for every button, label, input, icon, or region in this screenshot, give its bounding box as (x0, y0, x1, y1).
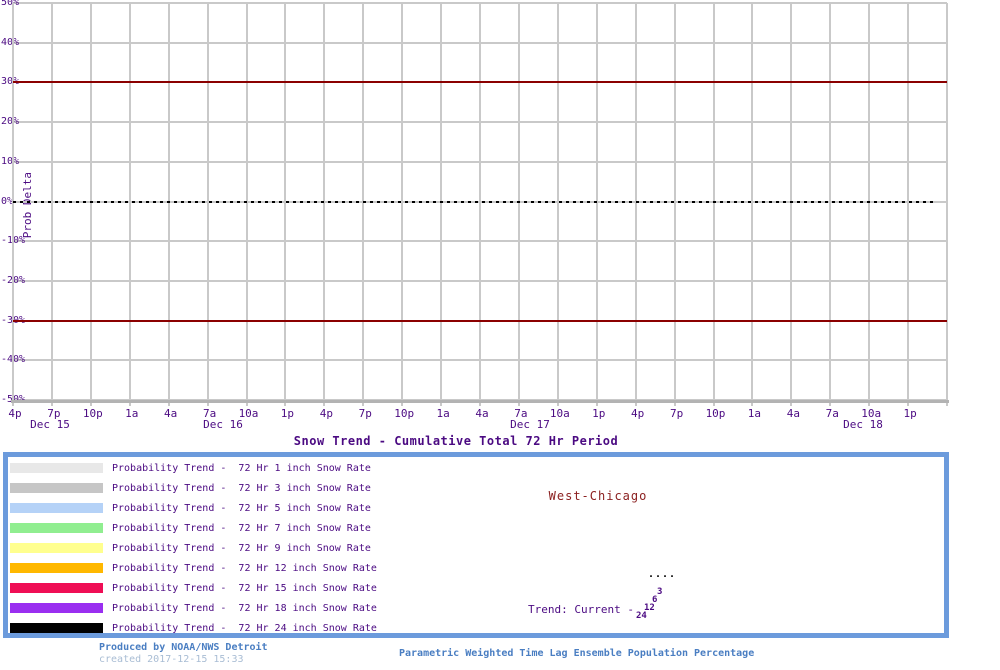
footer-produced-by: Produced by NOAA/NWS Detroit (99, 642, 268, 653)
legend-row: Probability Trend - 72 Hr 5 inch Snow Ra… (10, 498, 371, 518)
gridline-vertical (50, 3, 53, 406)
legend-label: Probability Trend - 72 Hr 3 inch Snow Ra… (112, 482, 371, 494)
footer-method-description: Parametric Weighted Time Lag Ensemble Po… (399, 648, 755, 659)
footer-created-timestamp: created 2017-12-15 15:33 (99, 654, 244, 665)
gridline-vertical (673, 3, 676, 406)
legend-row: Probability Trend - 72 Hr 12 inch Snow R… (10, 558, 377, 578)
legend-label: Probability Trend - 72 Hr 24 inch Snow R… (112, 622, 377, 634)
x-tick-label: 4p (631, 407, 645, 420)
legend-row: Probability Trend - 72 Hr 3 inch Snow Ra… (10, 478, 371, 498)
gridline-vertical (89, 3, 92, 406)
legend-swatch (10, 603, 103, 613)
x-tick-label: 1p (592, 407, 606, 420)
gridline-vertical (517, 3, 520, 406)
legend-row: Probability Trend - 72 Hr 24 inch Snow R… (10, 618, 377, 638)
gridline-vertical (751, 3, 754, 406)
gridline-vertical (323, 3, 326, 406)
gridline-vertical (440, 3, 443, 406)
gridline-vertical (595, 3, 598, 406)
legend-row: Probability Trend - 72 Hr 15 inch Snow R… (10, 578, 377, 598)
reference-line (13, 81, 947, 84)
y-tick-label: 50% (1, 0, 20, 8)
legend-swatch (10, 503, 103, 513)
reference-line (13, 319, 947, 322)
x-tick-label: 7p (669, 407, 684, 420)
gridline-vertical (12, 3, 14, 406)
zero-trend-line (13, 200, 935, 203)
legend-swatch (10, 543, 103, 553)
trend-hour-marker: 3 (657, 587, 663, 597)
x-tick-label: 1a (747, 407, 762, 420)
gridline-vertical (362, 3, 365, 406)
legend-label: Probability Trend - 72 Hr 7 inch Snow Ra… (112, 522, 371, 534)
legend-label: Probability Trend - 72 Hr 15 inch Snow R… (112, 582, 377, 594)
legend-swatch (10, 523, 103, 533)
gridline-vertical (167, 3, 170, 406)
chart-title: Snow Trend - Cumulative Total 72 Hr Peri… (293, 434, 619, 448)
gridline-vertical (401, 3, 404, 406)
gridline-vertical (479, 3, 481, 406)
y-tick-label: 10% (1, 155, 20, 167)
gridline-vertical (556, 3, 559, 406)
legend-row: Probability Trend - 72 Hr 1 inch Snow Ra… (10, 458, 371, 478)
x-tick-label: 7p (358, 407, 372, 420)
legend-swatch (10, 463, 103, 473)
x-tick-label: 1a (125, 407, 139, 420)
gridline-vertical (829, 3, 832, 406)
x-tick-label: 10p (705, 407, 726, 420)
gridline-vertical (634, 3, 637, 406)
x-date-label: Dec 18 (843, 418, 883, 431)
legend-row: Probability Trend - 72 Hr 7 inch Snow Ra… (10, 518, 371, 538)
x-date-label: Dec 17 (510, 418, 550, 431)
gridline-vertical (790, 3, 793, 406)
x-tick-label: 4p (319, 407, 333, 420)
legend-swatch (10, 623, 103, 633)
x-tick-label: 1a (436, 407, 450, 420)
page: { "page": { "region": "West-Chicago", "t… (0, 0, 1000, 670)
region-label: West-Chicago (548, 489, 648, 503)
trend-hour-marker: 24 (636, 611, 647, 621)
legend-label: Probability Trend - 72 Hr 18 inch Snow R… (112, 602, 377, 614)
chart-plot: Prob Delta 50%40%30%20%10%0%-10%-20%-30%… (0, 0, 1000, 432)
trend-dots: .... (648, 569, 677, 580)
gridline-vertical (284, 3, 287, 406)
gridline-vertical (712, 3, 715, 406)
legend-box: West-Chicago .... Trend: Current - Proba… (3, 452, 949, 638)
legend-swatch (10, 483, 103, 493)
legend-swatch (10, 563, 103, 573)
gridline-vertical (946, 3, 948, 406)
gridline-vertical (907, 3, 910, 406)
x-tick-label: 1p (280, 407, 295, 420)
y-tick-label: 20% (1, 116, 20, 128)
x-tick-label: 10p (394, 407, 415, 420)
x-axis-line (11, 400, 949, 403)
gridline-vertical (206, 3, 209, 406)
legend-label: Probability Trend - 72 Hr 12 inch Snow R… (112, 562, 377, 574)
legend-label: Probability Trend - 72 Hr 5 inch Snow Ra… (112, 502, 371, 514)
x-tick-label: 4a (164, 407, 178, 420)
gridline-vertical (868, 3, 871, 406)
x-tick-label: 4a (786, 407, 800, 420)
legend-label: Probability Trend - 72 Hr 9 inch Snow Ra… (112, 542, 371, 554)
legend-swatch (10, 583, 103, 593)
x-date-label: Dec 16 (203, 418, 243, 431)
y-tick-label: 40% (1, 36, 20, 48)
y-axis-title: Prob Delta (21, 172, 34, 239)
legend-label: Probability Trend - 72 Hr 1 inch Snow Ra… (112, 462, 371, 474)
gridline-vertical (245, 3, 248, 406)
legend-row: Probability Trend - 72 Hr 9 inch Snow Ra… (10, 538, 371, 558)
legend-row: Probability Trend - 72 Hr 18 inch Snow R… (10, 598, 377, 618)
trend-status-label: Trend: Current - (528, 603, 634, 616)
x-date-label: Dec 15 (30, 418, 70, 431)
gridline-vertical (128, 3, 131, 406)
